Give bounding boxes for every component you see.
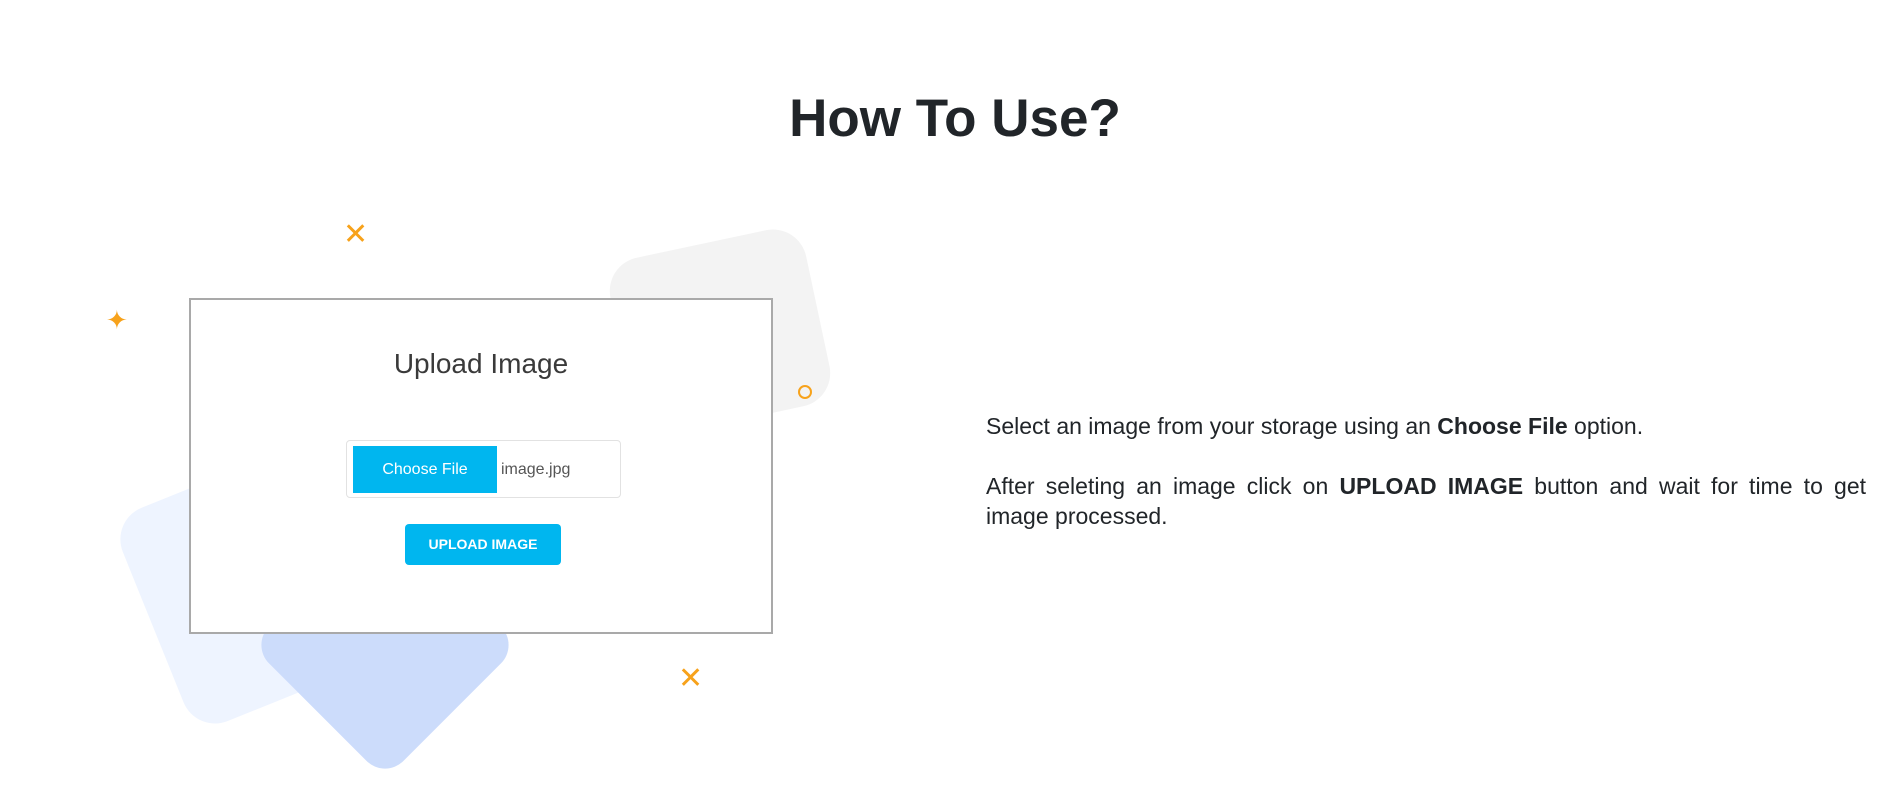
- file-input[interactable]: Choose File image.jpg: [346, 440, 621, 498]
- circle-outline-icon: [798, 385, 812, 399]
- choose-file-button[interactable]: Choose File: [353, 446, 497, 493]
- instructions-text: Select an image from your storage using …: [986, 411, 1866, 561]
- mockup-title: Upload Image: [393, 348, 569, 379]
- instruction-text: Select an image from your storage using …: [986, 413, 1438, 439]
- instruction-emphasis: UPLOAD IMAGE: [1339, 473, 1524, 499]
- upload-image-button[interactable]: UPLOAD IMAGE: [405, 524, 561, 565]
- instruction-step-2: After seleting an image click on UPLOAD …: [986, 471, 1866, 531]
- instruction-emphasis: Choose File: [1437, 413, 1568, 439]
- selected-file-name: image.jpg: [501, 461, 571, 478]
- upload-mockup-card: Upload Image Choose File image.jpg UPLOA…: [189, 298, 773, 634]
- how-to-use-page: How To Use? ✦ ✕ ✕ Upload Image Choose Fi…: [0, 0, 1889, 809]
- upload-illustration: ✦ ✕ ✕ Upload Image Choose File image.jpg…: [0, 0, 900, 809]
- instruction-text: After seleting an image click on: [986, 473, 1340, 499]
- sparkle-x-icon: ✕: [343, 218, 369, 251]
- sparkle-star-icon: ✦: [106, 305, 128, 335]
- instruction-text: option.: [1567, 413, 1644, 439]
- sparkle-x-icon: ✕: [678, 662, 704, 695]
- instruction-step-1: Select an image from your storage using …: [986, 411, 1866, 441]
